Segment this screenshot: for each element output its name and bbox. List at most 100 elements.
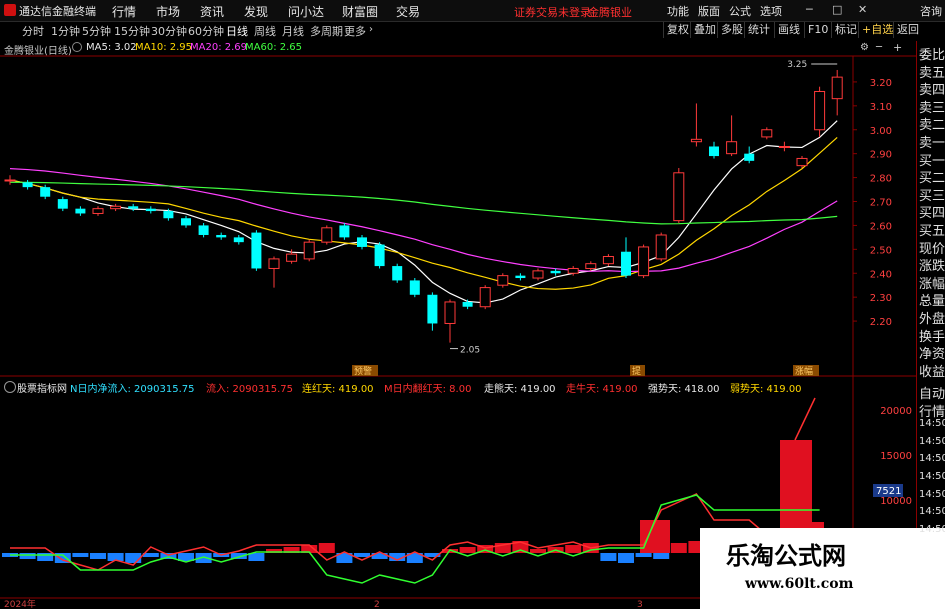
side-panel-label: 14:50 [919, 523, 945, 535]
indicator-bar [530, 549, 546, 553]
candle-body [655, 234, 667, 260]
right-panel-label[interactable]: 卖三 [919, 97, 945, 116]
price-tick-label: 2.20 [870, 317, 892, 328]
price-tick-label: 2.50 [870, 245, 892, 256]
ma20-line [9, 168, 838, 273]
right-panel-label[interactable]: 卖四 [919, 79, 945, 98]
indicator-bar [653, 553, 670, 559]
indicator-spike-line [794, 397, 816, 441]
indicator-item: N日内净流入: 2090315.75 [70, 384, 195, 395]
indicator-item: 连红天: 419.00 [302, 384, 374, 395]
candle-body [585, 263, 597, 269]
candle-body [303, 241, 315, 260]
right-panel-label[interactable]: 买一 [919, 150, 945, 169]
candle-body [145, 208, 156, 212]
right-panel-label[interactable]: 收益 [919, 361, 945, 380]
right-panel-label[interactable]: 现价 [919, 238, 945, 257]
right-panel-label[interactable]: 委比 [919, 44, 945, 63]
right-panel-label[interactable]: 外盘 [919, 308, 945, 327]
candle-body [673, 172, 685, 222]
indicator-bar [90, 553, 106, 559]
side-panel-label: 14:50 [919, 453, 945, 465]
date-tick-label: 3 [637, 600, 643, 609]
indicator-bar [72, 553, 89, 557]
indicator-tick-label: 15000 [880, 451, 912, 462]
ma60-line [9, 181, 838, 225]
candle-body [75, 208, 86, 214]
indicator-item: 流入: 2090315.75 [206, 384, 293, 395]
indicator-tick-label: 20000 [880, 406, 912, 417]
indicator-bar [354, 553, 370, 557]
tag-label: 预警 [354, 365, 372, 377]
candle-body [286, 253, 298, 262]
indicator-settings-icon[interactable] [4, 381, 16, 393]
indicator-item: 走熊天: 419.00 [484, 384, 556, 395]
side-panel-label: 14:50 [919, 418, 945, 430]
price-grid [0, 55, 916, 598]
indicator-item: M日内翻红天: 8.00 [384, 384, 472, 395]
right-panel-label[interactable]: 换手 [919, 326, 945, 345]
candle-body [497, 275, 509, 286]
candle-body [22, 182, 33, 188]
side-panel-label: 14:50 [919, 471, 945, 482]
candle-body [550, 270, 561, 274]
indicator-bar [37, 553, 54, 561]
high-label: 3.25 [787, 60, 807, 70]
candle-body [638, 246, 650, 277]
candle-body [814, 90, 826, 131]
candle-body [690, 138, 702, 143]
price-tick-label: 2.60 [870, 221, 892, 232]
candles [4, 69, 843, 343]
price-tick-label: 3.00 [870, 126, 892, 137]
candle-body [462, 301, 473, 307]
indicator-title: 股票指标网 [17, 384, 67, 395]
candle-body [216, 234, 227, 238]
side-panel-label: 14:50 [919, 506, 945, 518]
price-tick-label: 3.10 [870, 102, 892, 113]
right-panel-label[interactable]: 涨幅 [919, 273, 945, 292]
indicator-bar [125, 553, 142, 563]
candle-body [233, 237, 244, 243]
indicator-bar [19, 553, 36, 559]
right-panel-label[interactable]: 买五 [919, 220, 945, 239]
current-value-label: 7521 [876, 486, 901, 497]
candle-body [374, 244, 385, 267]
candle-body [602, 256, 614, 265]
right-panel-label[interactable]: 买二 [919, 167, 945, 186]
candle-body [4, 179, 16, 182]
side-panel-label: 自动 [919, 387, 945, 402]
side-panel-label: 14:50 [919, 435, 945, 447]
indicator-bar [618, 553, 634, 563]
price-tick-label: 2.80 [870, 174, 892, 185]
candle-body [392, 266, 403, 281]
right-panel-label[interactable]: 买三 [919, 185, 945, 204]
indicator-bar [459, 547, 476, 553]
price-axis: 3.20 3.10 3.00 2.90 2.80 2.70 2.60 2.50 2.40 2.30… [853, 78, 892, 328]
right-panel-label[interactable]: 卖一 [919, 132, 945, 151]
right-panel-label[interactable]: 卖五 [919, 62, 945, 81]
right-panel-label[interactable]: 总量 [919, 290, 945, 309]
price-tick-label: 2.30 [870, 293, 892, 304]
candle-body [567, 267, 579, 274]
candle-body [40, 187, 51, 197]
indicator-bar [565, 545, 582, 553]
candle-body [357, 237, 367, 247]
candle-body [339, 225, 350, 238]
price-tick-label: 2.40 [870, 269, 892, 280]
right-panel-label[interactable]: 卖二 [919, 114, 945, 133]
tag-label: 提 [632, 366, 641, 377]
right-panel-label[interactable]: 买四 [919, 202, 945, 221]
candle-body [427, 294, 438, 324]
price-tick-label: 2.90 [870, 150, 892, 161]
price-tick-label: 3.20 [870, 78, 892, 89]
right-panel-label[interactable]: 净资 [919, 343, 945, 362]
candle-body [181, 218, 191, 226]
indicator-green-line [10, 494, 820, 584]
candle-body [251, 232, 262, 269]
date-tick-label: 2024年 [4, 598, 36, 609]
indicator-bar [600, 553, 617, 561]
candle-body [761, 129, 773, 138]
indicator-item: 弱势天: 419.00 [730, 384, 802, 395]
right-panel-label[interactable]: 涨跌 [919, 255, 945, 274]
date-tick-label: 2 [374, 600, 380, 609]
